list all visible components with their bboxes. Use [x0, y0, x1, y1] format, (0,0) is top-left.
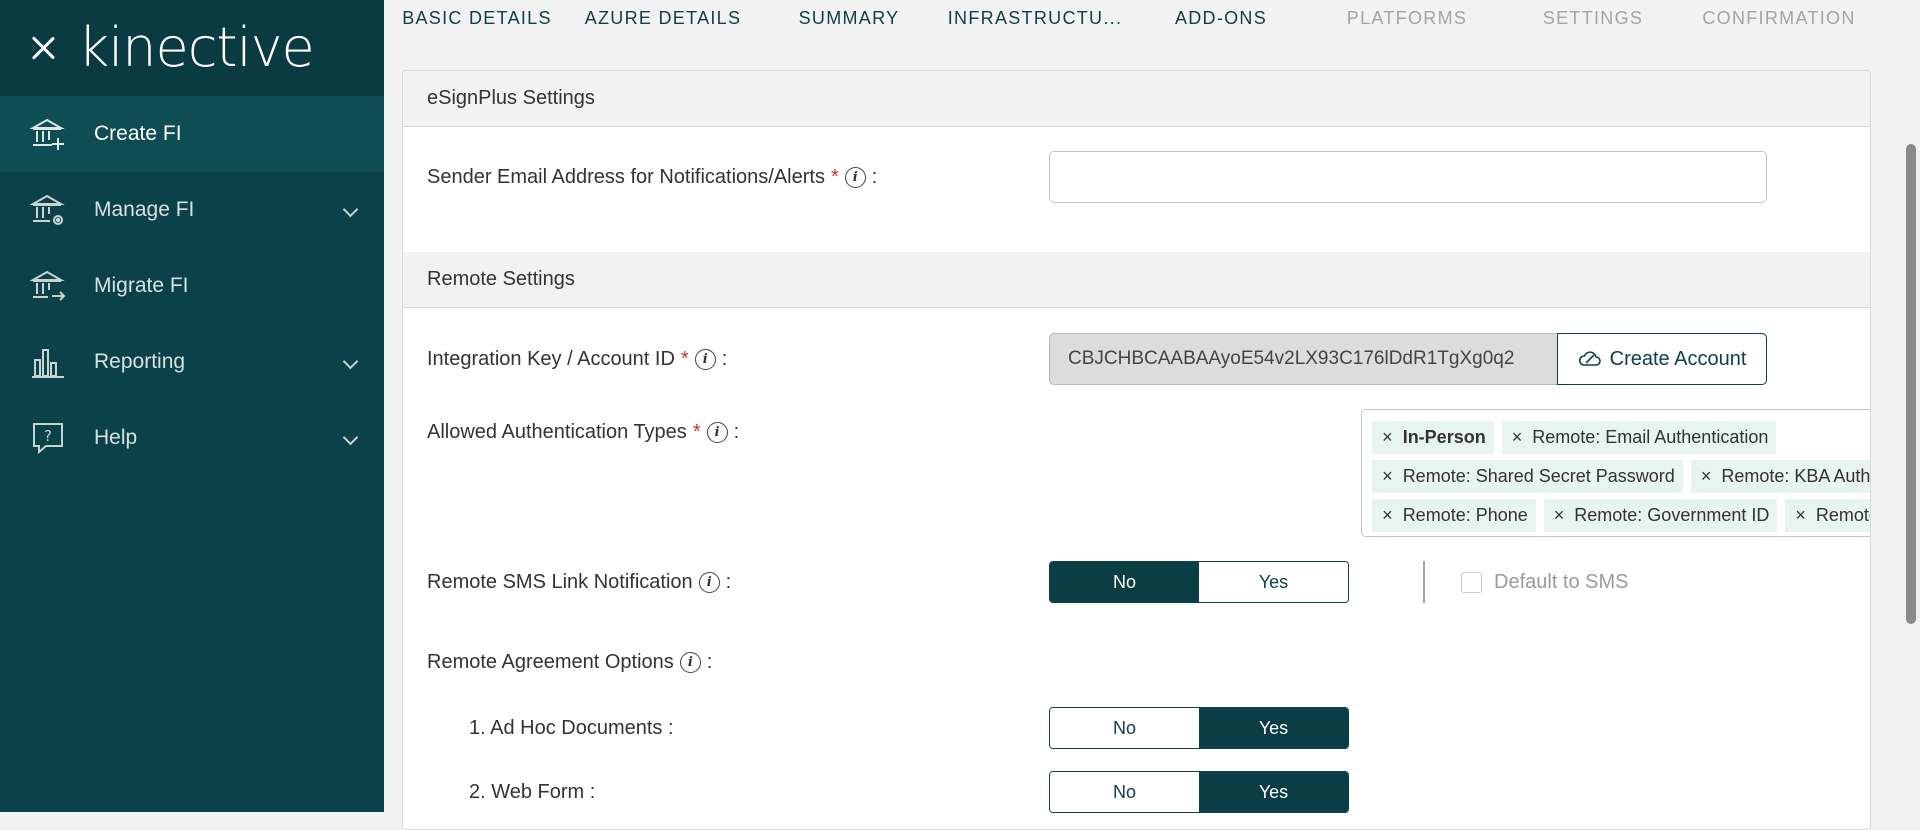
nav-label-manage-fi: Manage FI	[94, 198, 195, 221]
sidebar: kinective Create FI Manage FI Migrate FI…	[0, 0, 384, 812]
create-account-button[interactable]: Create Account	[1557, 333, 1767, 385]
kinective-logo: kinective	[78, 16, 315, 79]
required-asterisk: *	[830, 165, 839, 188]
web-form-label: 2. Web Form :	[469, 780, 596, 803]
web-form-row: 2. Web Form : No Yes	[427, 771, 1870, 813]
auth-types-row: Allowed Authentication Types * i : × In-P…	[427, 409, 1870, 537]
webform-yes-option[interactable]: Yes	[1199, 772, 1348, 812]
required-asterisk: *	[680, 347, 689, 370]
info-icon[interactable]: i	[706, 422, 728, 443]
esign-section-header: eSignPlus Settings	[403, 71, 1870, 127]
adhoc-no-option[interactable]: No	[1050, 708, 1199, 748]
remove-tag-icon[interactable]: ×	[1372, 427, 1403, 448]
remove-tag-icon[interactable]: ×	[1691, 466, 1722, 487]
remove-tag-icon[interactable]: ×	[1785, 505, 1816, 526]
integration-key-row: Integration Key / Account ID * i : CBJCH…	[427, 333, 1870, 385]
webform-no-option[interactable]: No	[1050, 772, 1199, 812]
sender-email-label: Sender Email Address for Notifications/A…	[427, 165, 878, 188]
main-content: BASIC DETAILS AZURE DETAILS SUMMARY INFR…	[384, 0, 1920, 830]
remote-section-header: Remote Settings	[403, 252, 1870, 308]
integration-key-group: CBJCHBCAABAAyoE54v2LX93C176lDdR1TgXg0q2 …	[1049, 333, 1767, 385]
divider	[1423, 561, 1425, 603]
auth-tag: × Remote: Phone	[1372, 499, 1536, 532]
wizard-steps: BASIC DETAILS AZURE DETAILS SUMMARY INFR…	[384, 0, 1890, 36]
bar-chart-icon	[30, 344, 66, 380]
agreement-options-row: Remote Agreement Options i :	[427, 647, 1870, 677]
chevron-down-icon[interactable]	[342, 429, 359, 446]
sms-toggle: No Yes	[1049, 561, 1349, 603]
step-azure-details[interactable]: AZURE DETAILS	[570, 0, 756, 36]
info-icon[interactable]: i	[844, 166, 866, 188]
auth-tag: ×Remote: ID.me	[1785, 499, 1870, 532]
agreement-options-label: Remote Agreement Options i :	[427, 650, 713, 673]
nav-label-reporting: Reporting	[94, 350, 186, 373]
step-add-ons[interactable]: ADD-ONS	[1128, 0, 1314, 36]
info-icon[interactable]: i	[679, 651, 701, 673]
nav-item-manage-fi[interactable]: Manage FI	[0, 172, 384, 248]
auth-types-label: Allowed Authentication Types * i :	[427, 421, 740, 443]
svg-text:?: ?	[44, 427, 52, 445]
auth-tag: ×Remote: KBA Authentication	[1690, 460, 1870, 493]
auth-tag: × In-Person	[1372, 421, 1494, 454]
sender-email-input[interactable]	[1049, 151, 1767, 203]
scrollbar[interactable]	[1902, 0, 1920, 812]
bank-plus-icon	[30, 116, 66, 152]
integration-key-label: Integration Key / Account ID * i :	[427, 347, 728, 370]
integration-key-input[interactable]: CBJCHBCAABAAyoE54v2LX93C176lDdR1TgXg0q2	[1049, 333, 1557, 385]
nav-label-create-fi: Create FI	[94, 122, 182, 145]
adhoc-toggle: No Yes	[1049, 707, 1349, 749]
step-infrastructure[interactable]: INFRASTRUCTU...	[942, 0, 1128, 36]
sender-email-row: Sender Email Address for Notifications/A…	[427, 151, 1870, 203]
scrollbar-thumb[interactable]	[1906, 144, 1916, 624]
step-confirmation: CONFIRMATION	[1702, 8, 1856, 28]
sms-notification-label: Remote SMS Link Notification i :	[427, 570, 732, 593]
webform-toggle: No Yes	[1049, 771, 1349, 813]
cloud-link-icon	[1578, 351, 1601, 366]
default-sms-checkbox[interactable]: Default to SMS	[1461, 571, 1629, 594]
chevron-down-icon[interactable]	[342, 201, 359, 218]
help-bubble-icon: ?	[30, 420, 66, 456]
info-icon[interactable]: i	[694, 348, 716, 370]
required-asterisk: *	[692, 421, 701, 443]
checkbox-box[interactable]	[1461, 571, 1482, 593]
nav-item-migrate-fi[interactable]: Migrate FI	[0, 248, 384, 324]
brand-bar: kinective	[0, 0, 384, 96]
chevron-down-icon[interactable]	[342, 353, 359, 370]
sms-no-option[interactable]: No	[1050, 562, 1199, 602]
remove-tag-icon[interactable]: ×	[1544, 505, 1575, 526]
info-icon[interactable]: i	[698, 571, 720, 593]
step-settings: SETTINGS	[1542, 8, 1644, 28]
nav-label-help: Help	[94, 426, 138, 449]
sms-yes-option[interactable]: Yes	[1199, 562, 1348, 602]
sms-notification-row: Remote SMS Link Notification i : No Yes …	[427, 561, 1870, 603]
nav-label-migrate-fi: Migrate FI	[94, 274, 189, 297]
auth-tag: × Remote: Shared Secret Password	[1372, 460, 1683, 493]
nav-item-reporting[interactable]: Reporting	[0, 324, 384, 400]
step-basic-details[interactable]: BASIC DETAILS	[384, 0, 570, 36]
auth-tag: × Remote: Government ID	[1543, 499, 1778, 532]
step-platforms: PLATFORMS	[1346, 8, 1468, 28]
close-icon[interactable]	[30, 35, 56, 61]
adhoc-yes-option[interactable]: Yes	[1199, 708, 1348, 748]
nav-item-help[interactable]: ? Help	[0, 400, 384, 476]
bank-gear-icon	[30, 192, 66, 228]
nav-item-create-fi[interactable]: Create FI	[0, 96, 384, 172]
auth-tag: × Remote: Email Authentication	[1501, 421, 1777, 454]
adhoc-documents-label: 1. Ad Hoc Documents :	[469, 716, 674, 739]
remove-tag-icon[interactable]: ×	[1372, 466, 1403, 487]
remove-tag-icon[interactable]: ×	[1502, 427, 1533, 448]
auth-types-multiselect[interactable]: × In-Person × Remote: Email Authentication…	[1361, 409, 1870, 537]
step-summary[interactable]: SUMMARY	[756, 0, 942, 36]
adhoc-documents-row: 1. Ad Hoc Documents : No Yes	[427, 707, 1870, 749]
remove-tag-icon[interactable]: ×	[1372, 505, 1403, 526]
bank-arrow-icon	[30, 268, 66, 304]
settings-panel: eSignPlus Settings Sender Email Address …	[402, 70, 1871, 830]
